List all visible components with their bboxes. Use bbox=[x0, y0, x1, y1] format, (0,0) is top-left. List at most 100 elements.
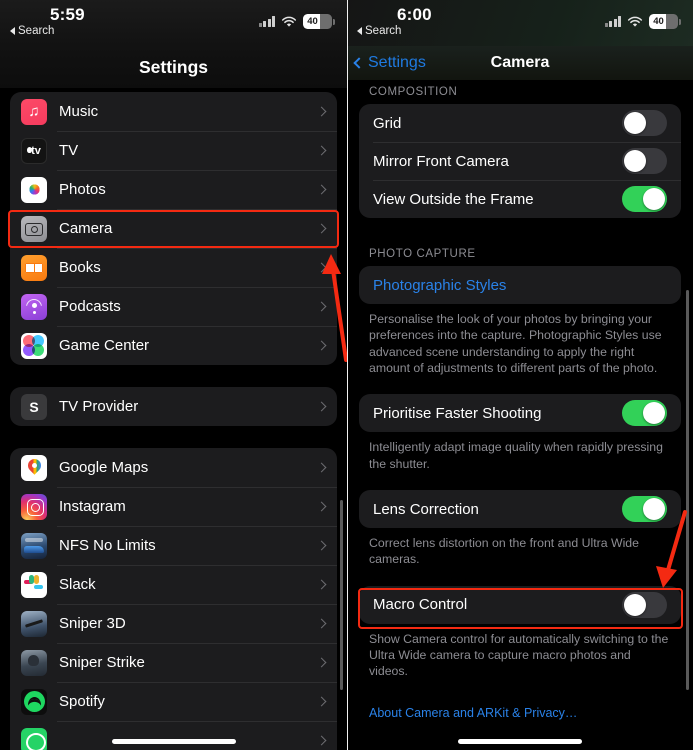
macro-control-toggle[interactable] bbox=[622, 591, 667, 618]
tv-provider-app-icon bbox=[21, 393, 47, 420]
settings-list-scroll[interactable]: Music TV Photos Camera bbox=[0, 88, 347, 750]
mirror-front-camera-toggle[interactable] bbox=[622, 148, 667, 174]
page-title-settings: Settings bbox=[0, 46, 347, 88]
game-center-app-icon bbox=[21, 332, 47, 359]
settings-row-label: NFS No Limits bbox=[59, 537, 156, 554]
lens-correction-toggle[interactable] bbox=[622, 496, 667, 523]
composition-card: Grid Mirror Front Camera View Outside th… bbox=[359, 104, 681, 218]
nfs-no-limits-app-icon bbox=[21, 532, 47, 559]
settings-row-music[interactable]: Music bbox=[10, 92, 337, 131]
settings-row-sniper-strike[interactable]: Sniper Strike bbox=[10, 643, 337, 682]
cellular-signal-icon bbox=[604, 16, 621, 27]
settings-row-label: Google Maps bbox=[59, 459, 149, 476]
google-maps-app-icon bbox=[21, 454, 47, 481]
settings-row-whatsapp[interactable] bbox=[10, 721, 337, 750]
scrollbar-left[interactable] bbox=[340, 500, 343, 690]
macro-control-card: Macro Control bbox=[359, 585, 681, 624]
settings-row-tv-provider[interactable]: TV Provider bbox=[10, 387, 337, 426]
settings-row-label: Podcasts bbox=[59, 298, 121, 315]
chevron-right-icon bbox=[316, 262, 327, 273]
battery-level: 40 bbox=[307, 16, 318, 27]
settings-row-slack[interactable]: Slack bbox=[10, 565, 337, 604]
chevron-right-icon bbox=[316, 301, 327, 312]
settings-row-instagram[interactable]: Instagram bbox=[10, 487, 337, 526]
settings-row-label: Books bbox=[59, 259, 101, 276]
music-app-icon bbox=[21, 98, 47, 125]
status-back-label: Search bbox=[365, 25, 402, 37]
back-triangle-icon bbox=[357, 27, 362, 35]
home-indicator-left bbox=[111, 739, 236, 744]
setting-row-macro-control[interactable]: Macro Control bbox=[359, 586, 681, 624]
chevron-right-icon bbox=[316, 184, 327, 195]
setting-label: Grid bbox=[373, 114, 402, 132]
settings-row-label: Photos bbox=[59, 181, 106, 198]
status-time: 5:59 bbox=[50, 5, 85, 24]
settings-row-photos[interactable]: Photos bbox=[10, 170, 337, 209]
settings-row-label: TV bbox=[59, 142, 79, 159]
section-header-composition: COMPOSITION bbox=[369, 86, 458, 98]
settings-row-label: Music bbox=[59, 103, 99, 120]
settings-row-label: Sniper 3D bbox=[59, 615, 126, 632]
scrollbar-right[interactable] bbox=[686, 290, 689, 690]
chevron-right-icon bbox=[316, 145, 327, 156]
status-back-label: Search bbox=[18, 25, 55, 37]
macro-control-footnote: Show Camera control for automatically sw… bbox=[369, 631, 669, 679]
home-indicator-right bbox=[458, 739, 582, 744]
settings-row-camera[interactable]: Camera bbox=[10, 209, 337, 248]
status-bar-left: 5:59 Search 40 bbox=[0, 0, 347, 46]
chevron-right-icon bbox=[316, 401, 327, 412]
podcasts-app-icon bbox=[21, 293, 47, 320]
back-button-label: Settings bbox=[368, 54, 426, 71]
slack-app-icon bbox=[21, 571, 47, 598]
status-back-to-search[interactable]: Search bbox=[10, 25, 54, 37]
chevron-right-icon bbox=[316, 106, 327, 117]
setting-row-photographic-styles[interactable]: Photographic Styles bbox=[359, 266, 681, 304]
camera-settings-screen: 6:00 Search 40 Settings Camera COMPOSITI… bbox=[347, 0, 693, 750]
status-bar-right: 6:00 Search 40 bbox=[347, 0, 693, 46]
lens-correction-footnote: Correct lens distortion on the front and… bbox=[369, 536, 639, 567]
wifi-icon bbox=[627, 16, 643, 28]
chevron-right-icon bbox=[316, 618, 327, 629]
prioritise-faster-shooting-toggle[interactable] bbox=[622, 400, 667, 427]
setting-row-mirror-front-camera[interactable]: Mirror Front Camera bbox=[359, 142, 681, 180]
about-camera-privacy-link[interactable]: About Camera and ARKit & Privacy… bbox=[347, 706, 693, 720]
settings-row-tv[interactable]: TV bbox=[10, 131, 337, 170]
settings-row-label: Spotify bbox=[59, 693, 105, 710]
settings-list-screen: 5:59 Search 40 Settings ♫ Music tv TV Ph… bbox=[0, 0, 347, 750]
books-app-icon bbox=[21, 254, 47, 281]
battery-level: 40 bbox=[653, 16, 664, 27]
grid-toggle[interactable] bbox=[622, 110, 667, 136]
camera-settings-scroll[interactable]: COMPOSITION Grid Mirror Front Camera Vie… bbox=[347, 80, 693, 750]
setting-row-grid[interactable]: Grid bbox=[359, 104, 681, 142]
chevron-right-icon bbox=[316, 223, 327, 234]
wifi-icon bbox=[281, 16, 297, 28]
photos-app-icon bbox=[21, 176, 47, 203]
chevron-right-icon bbox=[316, 735, 327, 746]
chevron-right-icon bbox=[316, 657, 327, 668]
dual-screenshot-container: 5:59 Search 40 Settings ♫ Music tv TV Ph… bbox=[0, 0, 693, 750]
chevron-right-icon bbox=[316, 540, 327, 551]
cellular-signal-icon bbox=[258, 16, 275, 27]
lens-correction-card: Lens Correction bbox=[359, 490, 681, 529]
setting-row-lens-correction[interactable]: Lens Correction bbox=[359, 490, 681, 528]
settings-row-spotify[interactable]: Spotify bbox=[10, 682, 337, 721]
settings-group-third-party-apps: Google Maps Instagram NFS No Limits Slac… bbox=[10, 448, 337, 750]
settings-row-books[interactable]: Books bbox=[10, 248, 337, 287]
setting-label: Mirror Front Camera bbox=[373, 152, 509, 170]
status-indicators: 40 bbox=[258, 14, 335, 29]
settings-row-game-center[interactable]: Game Center bbox=[10, 326, 337, 365]
view-outside-the-frame-toggle[interactable] bbox=[622, 186, 667, 212]
setting-label: Macro Control bbox=[373, 596, 468, 614]
settings-row-label: TV Provider bbox=[59, 398, 139, 415]
settings-row-google-maps[interactable]: Google Maps bbox=[10, 448, 337, 487]
chevron-right-icon bbox=[316, 579, 327, 590]
status-back-to-search[interactable]: Search bbox=[357, 25, 401, 37]
settings-row-podcasts[interactable]: Podcasts bbox=[10, 287, 337, 326]
setting-row-view-outside-the-frame[interactable]: View Outside the Frame bbox=[359, 180, 681, 218]
setting-label: View Outside the Frame bbox=[373, 190, 534, 208]
chevron-right-icon bbox=[316, 340, 327, 351]
settings-row-sniper-3d[interactable]: Sniper 3D bbox=[10, 604, 337, 643]
settings-row-nfs-no-limits[interactable]: NFS No Limits bbox=[10, 526, 337, 565]
back-button-settings[interactable]: Settings bbox=[353, 54, 426, 72]
setting-row-prioritise-faster-shooting[interactable]: Prioritise Faster Shooting bbox=[359, 394, 681, 432]
